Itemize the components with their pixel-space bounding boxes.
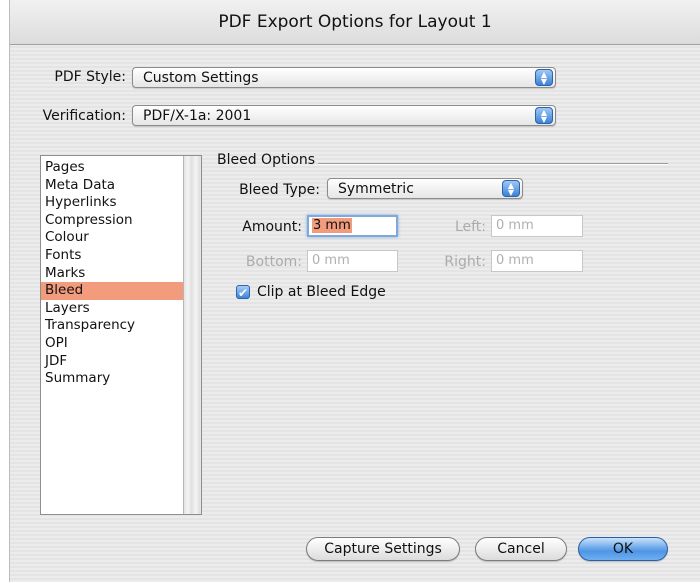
right-label: Right: bbox=[444, 254, 486, 270]
pdf-style-label: PDF Style: bbox=[54, 69, 126, 85]
bleed-type-popup[interactable]: Symmetric ▲ ▼ bbox=[327, 178, 523, 199]
sidebar-item-marks[interactable]: Marks bbox=[41, 265, 183, 283]
verification-value: PDF/X-1a: 2001 bbox=[143, 108, 252, 124]
left-label: Left: bbox=[454, 219, 486, 235]
sidebar-item-pages[interactable]: Pages bbox=[41, 159, 183, 177]
ok-button[interactable]: OK bbox=[578, 537, 668, 561]
window-title: PDF Export Options for Layout 1 bbox=[10, 0, 700, 45]
category-items: Pages Meta Data Hyperlinks Compression Colou… bbox=[41, 159, 183, 388]
bleed-type-label: Bleed Type: bbox=[239, 182, 320, 198]
pdf-style-popup[interactable]: Custom Settings ▲ ▼ bbox=[132, 67, 556, 88]
pdf-export-dialog: PDF Export Options for Layout 1 PDF Styl… bbox=[10, 0, 700, 582]
checkmark-icon: ✔ bbox=[237, 286, 249, 300]
sidebar-item-transparency[interactable]: Transparency bbox=[41, 317, 183, 335]
cancel-button[interactable]: Cancel bbox=[475, 537, 567, 561]
sidebar-item-layers[interactable]: Layers bbox=[41, 300, 183, 318]
pdf-style-value: Custom Settings bbox=[143, 70, 259, 86]
amount-field[interactable]: 3 mm bbox=[307, 215, 398, 237]
sidebar-item-summary[interactable]: Summary bbox=[41, 370, 183, 388]
sidebar-item-opi[interactable]: OPI bbox=[41, 335, 183, 353]
sidebar-item-colour[interactable]: Colour bbox=[41, 229, 183, 247]
left-field[interactable]: 0 mm bbox=[491, 215, 583, 237]
popup-arrows-icon: ▲ ▼ bbox=[535, 107, 553, 124]
bleed-type-value: Symmetric bbox=[338, 181, 414, 197]
popup-arrows-icon: ▲ ▼ bbox=[502, 180, 520, 197]
category-list[interactable]: Pages Meta Data Hyperlinks Compression Colou… bbox=[40, 155, 202, 515]
clip-at-bleed-label[interactable]: Clip at Bleed Edge bbox=[257, 284, 386, 300]
bottom-label: Bottom: bbox=[245, 254, 302, 270]
sidebar-item-jdf[interactable]: JDF bbox=[41, 353, 183, 371]
popup-arrows-icon: ▲ ▼ bbox=[535, 69, 553, 86]
sidebar-item-bleed[interactable]: Bleed bbox=[41, 282, 183, 300]
sidebar-item-meta-data[interactable]: Meta Data bbox=[41, 177, 183, 195]
group-divider bbox=[318, 163, 668, 164]
right-field[interactable]: 0 mm bbox=[491, 250, 583, 272]
sidebar-item-compression[interactable]: Compression bbox=[41, 212, 183, 230]
amount-value: 3 mm bbox=[312, 218, 352, 233]
capture-settings-button[interactable]: Capture Settings bbox=[306, 537, 460, 561]
amount-label: Amount: bbox=[242, 219, 302, 235]
clip-at-bleed-checkbox[interactable]: ✔ bbox=[236, 285, 250, 300]
sidebar-item-hyperlinks[interactable]: Hyperlinks bbox=[41, 194, 183, 212]
sidebar-item-fonts[interactable]: Fonts bbox=[41, 247, 183, 265]
bottom-field[interactable]: 0 mm bbox=[307, 250, 398, 272]
verification-popup[interactable]: PDF/X-1a: 2001 ▲ ▼ bbox=[132, 105, 556, 126]
list-scrollbar[interactable] bbox=[183, 156, 201, 514]
verification-label: Verification: bbox=[42, 108, 126, 124]
bleed-options-title: Bleed Options bbox=[217, 152, 316, 168]
